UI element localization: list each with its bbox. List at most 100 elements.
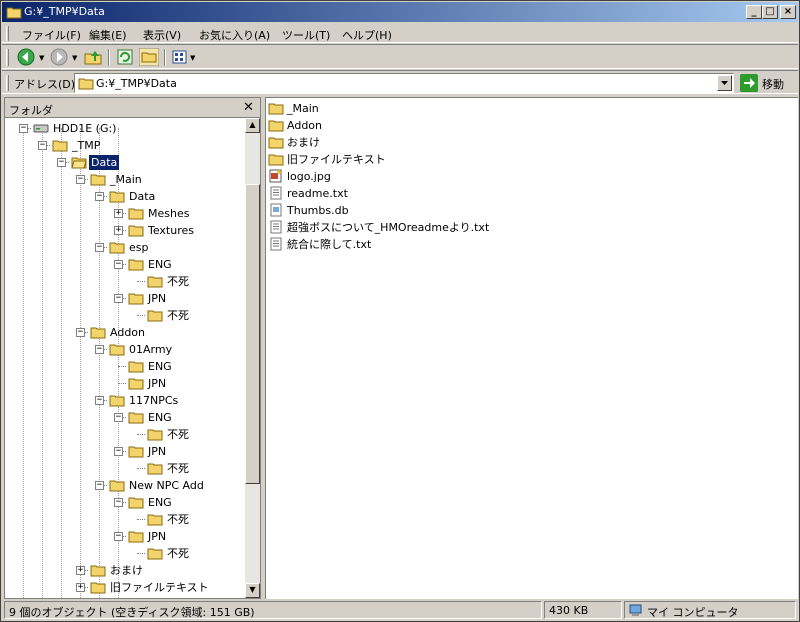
tree-scrollbar[interactable]: ▲ ▼ — [245, 118, 260, 598]
tree-item[interactable]: − HDD1E (G:) — [5, 120, 245, 137]
tree-item-label: Data — [89, 155, 120, 170]
collapse-icon[interactable]: − — [95, 345, 104, 354]
collapse-icon[interactable]: − — [76, 175, 85, 184]
folders-icon[interactable] — [139, 48, 159, 66]
tree-item[interactable]: − ENG — [5, 409, 245, 426]
menu-file[interactable]: ファイル(F) — [22, 27, 81, 43]
collapse-icon[interactable]: − — [19, 124, 28, 133]
go-arrow-icon — [740, 74, 758, 92]
scroll-down-button[interactable]: ▼ — [245, 583, 260, 598]
go-label: 移動 — [762, 78, 784, 91]
scroll-thumb[interactable] — [245, 184, 260, 484]
menu-view[interactable]: 表示(V) — [143, 27, 181, 43]
expand-icon[interactable]: + — [76, 583, 85, 592]
expand-icon[interactable]: + — [76, 566, 85, 575]
collapse-icon[interactable]: − — [76, 328, 85, 337]
tree-item[interactable]: + Textures — [5, 222, 245, 239]
folder-pane: フォルダ ✕ − HDD1E (G:) − _TMP − Data − _Main − Data +… — [4, 97, 261, 599]
tree-item[interactable]: JPN — [5, 375, 245, 392]
address-bar: アドレス(D) G:¥_TMP¥Data 移動 — [2, 70, 798, 94]
tree-item[interactable]: + 旧ファイルテキスト — [5, 579, 245, 596]
close-button[interactable]: × — [780, 5, 796, 19]
collapse-icon[interactable]: − — [38, 141, 47, 150]
collapse-icon[interactable]: − — [114, 260, 123, 269]
tree-item[interactable]: − JPN — [5, 443, 245, 460]
tree-item[interactable]: − 117NPCs — [5, 392, 245, 409]
tree-item-label: Addon — [110, 326, 145, 339]
collapse-icon[interactable]: − — [57, 158, 66, 167]
refresh-icon[interactable] — [115, 48, 135, 66]
back-icon[interactable] — [16, 48, 36, 66]
collapse-icon[interactable]: − — [114, 447, 123, 456]
menu-grip[interactable] — [6, 26, 9, 41]
file-name: Thumbs.db — [287, 204, 349, 217]
collapse-icon[interactable]: − — [95, 481, 104, 490]
views-dropdown-icon[interactable]: ▼ — [190, 54, 195, 62]
expand-icon[interactable]: + — [114, 209, 123, 218]
address-input[interactable]: G:¥_TMP¥Data — [74, 73, 734, 93]
up-folder-icon[interactable] — [83, 48, 103, 66]
tree-item[interactable]: − 01Army — [5, 341, 245, 358]
folder-icon — [6, 7, 22, 19]
tree-item-label: Meshes — [148, 207, 190, 220]
tree-item[interactable]: 不死 — [5, 307, 245, 324]
tree-item[interactable]: − JPN — [5, 290, 245, 307]
tree-item[interactable]: 不死 — [5, 545, 245, 562]
collapse-icon[interactable]: − — [114, 498, 123, 507]
folder-icon — [109, 478, 125, 492]
tree-item[interactable]: − New NPC Add — [5, 477, 245, 494]
collapse-icon[interactable]: − — [95, 243, 104, 252]
forward-dropdown-icon[interactable]: ▼ — [72, 54, 77, 62]
menu-favorites[interactable]: お気に入り(A) — [199, 27, 270, 43]
folder-icon — [52, 138, 68, 152]
minimize-button[interactable]: _ — [746, 5, 762, 19]
scroll-up-button[interactable]: ▲ — [245, 118, 260, 133]
tree-item[interactable]: − _Main — [5, 171, 245, 188]
collapse-icon[interactable]: − — [114, 532, 123, 541]
tree-item-label: 不死 — [167, 547, 189, 560]
tree-item[interactable]: 不死 — [5, 460, 245, 477]
tree-item[interactable]: ENG — [5, 358, 245, 375]
tree-item-label: JPN — [148, 377, 167, 390]
address-value[interactable]: G:¥_TMP¥Data — [96, 77, 177, 90]
tree-item[interactable]: − esp — [5, 239, 245, 256]
title-bar[interactable]: G:¥_TMP¥Data _ □ × — [2, 2, 798, 22]
address-grip[interactable] — [6, 75, 9, 91]
tree-item[interactable]: − ENG — [5, 256, 245, 273]
tree-item[interactable]: + おまけ — [5, 562, 245, 579]
tree-item[interactable]: 不死 — [5, 511, 245, 528]
collapse-icon[interactable]: − — [95, 192, 104, 201]
status-zone-label: マイ コンピュータ — [647, 606, 739, 619]
back-dropdown-icon[interactable]: ▼ — [39, 54, 44, 62]
views-icon[interactable] — [170, 48, 190, 66]
tree-item[interactable]: − JPN — [5, 528, 245, 545]
tree-item-label: 不死 — [167, 309, 189, 322]
folder-icon — [128, 223, 144, 237]
collapse-icon[interactable]: − — [114, 294, 123, 303]
tree-item[interactable]: + Meshes — [5, 205, 245, 222]
tree-item[interactable]: 不死 — [5, 273, 245, 290]
collapse-icon[interactable]: − — [114, 413, 123, 422]
tree-item[interactable]: − Data — [5, 154, 245, 171]
collapse-icon[interactable]: − — [95, 396, 104, 405]
address-dropdown-button[interactable] — [717, 75, 732, 91]
forward-icon[interactable] — [49, 48, 69, 66]
maximize-button[interactable]: □ — [762, 5, 778, 19]
menu-help[interactable]: ヘルプ(H) — [342, 27, 392, 43]
tree-item[interactable]: − _TMP — [5, 137, 245, 154]
menu-edit[interactable]: 編集(E) — [89, 27, 127, 43]
toolbar-grip[interactable] — [6, 49, 9, 66]
status-bar: 9 個のオブジェクト (空きディスク領域: 151 GB) 430 KB マイ … — [2, 600, 798, 620]
go-button[interactable]: 移動 — [740, 73, 798, 93]
file-name: おまけ — [287, 136, 320, 149]
menu-tools[interactable]: ツール(T) — [282, 27, 330, 43]
tree-item[interactable]: − ENG — [5, 494, 245, 511]
tree-item-label: HDD1E (G:) — [53, 122, 117, 135]
expand-icon[interactable]: + — [114, 226, 123, 235]
close-icon[interactable]: ✕ — [243, 100, 254, 115]
file-name: 旧ファイルテキスト — [287, 153, 386, 166]
tree-item[interactable]: 不死 — [5, 426, 245, 443]
tree-item[interactable]: − Data — [5, 188, 245, 205]
tree-item[interactable]: − Addon — [5, 324, 245, 341]
folder-icon — [128, 257, 144, 271]
